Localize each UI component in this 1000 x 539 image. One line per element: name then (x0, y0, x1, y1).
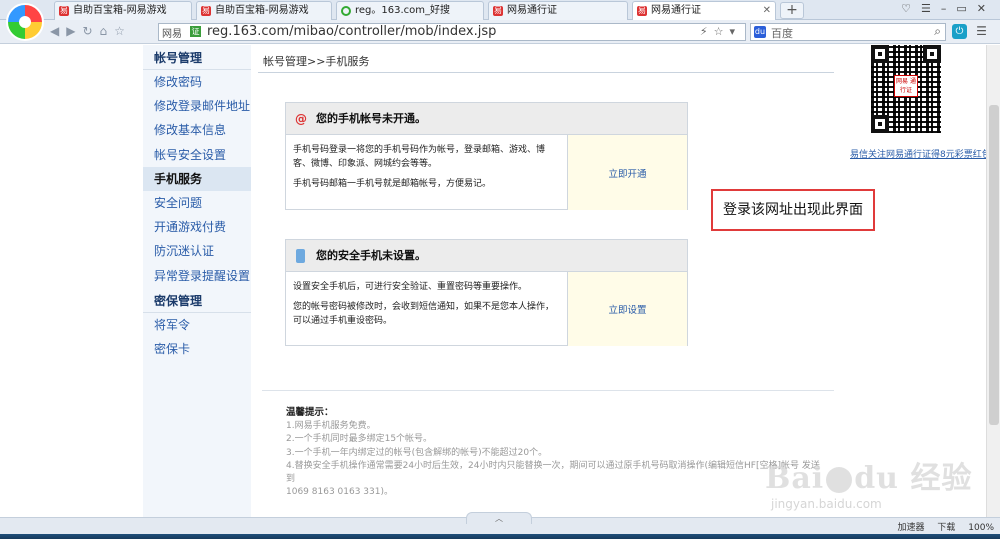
new-tab-button[interactable]: + (780, 2, 804, 19)
certificate-icon[interactable]: 证 (190, 26, 201, 37)
description-text: 您的帐号密码被修改时，会收到短信通知，如果不是您本人操作，可以通过手机重设密码。 (293, 302, 555, 326)
tip-item: 3.一个手机一年内绑定过的帐号(包含解绑的帐号)不能超过20个。 (286, 447, 548, 458)
url-text[interactable]: reg.163.com/mibao/controller/mob/index.j… (207, 24, 496, 40)
netease-favicon-icon: 易 (201, 6, 211, 16)
qr-corner (871, 45, 889, 63)
browser-logo-icon[interactable] (6, 3, 44, 41)
scrollbar-thumb[interactable] (989, 105, 999, 425)
sidebar-item-mobile-service[interactable]: 手机服务 (143, 166, 251, 191)
box-action-area: 立即设置 (568, 272, 687, 346)
navigation-icons[interactable]: ◀▶↻⌂☆ (50, 24, 132, 38)
address-bar: ◀▶↻⌂☆ 网易 证 reg.163.com/mibao/controller/… (0, 20, 1000, 44)
sidebar-item-security-question[interactable]: 安全问题 (143, 191, 251, 215)
box-body: 手机号码登录一将您的手机号码作为帐号，登录邮箱、游戏、博客、微博、印象派、网城约… (286, 135, 687, 210)
sidebar-item-security-settings[interactable]: 帐号安全设置 (143, 143, 251, 167)
haosou-favicon-icon (341, 6, 351, 16)
vertical-scrollbar[interactable] (986, 45, 1000, 517)
sidebar-section-account: 帐号管理 (143, 45, 251, 70)
sidebar-item-game-payment[interactable]: 开通游戏付费 (143, 215, 251, 239)
description-text: 设置安全手机后，可进行安全验证、重置密码等重要操作。 (293, 282, 528, 292)
tab-5-active[interactable]: 易 网易通行证 ✕ (632, 1, 776, 20)
close-tab-icon[interactable]: ✕ (763, 2, 771, 20)
box-body: 设置安全手机后，可进行安全验证、重置密码等重要操作。 您的帐号密码被修改时，会收… (286, 272, 687, 346)
watermark-logo: Bai du 经验 (765, 461, 973, 496)
qr-corner (923, 45, 941, 63)
os-taskbar (0, 534, 1000, 539)
accelerator-button[interactable]: 加速器 (897, 523, 924, 533)
zoom-level[interactable]: 100% (968, 523, 994, 533)
description-text: 手机号码邮箱一手机号就是邮箱帐号，方便易记。 (293, 179, 492, 189)
divider (262, 390, 834, 391)
security-phone-box: 您的安全手机未设置。 设置安全手机后，可进行安全验证、重置密码等重要操作。 您的… (285, 239, 688, 346)
email-at-icon: @ (295, 112, 307, 126)
sidebar-item-basic-info[interactable]: 修改基本信息 (143, 118, 251, 142)
box-action-area: 立即开通 (568, 135, 687, 210)
box-description: 设置安全手机后，可进行安全验证、重置密码等重要操作。 您的帐号密码被修改时，会收… (286, 272, 568, 346)
tips-section: 温馨提示： 1.网易手机服务免费。 2.一个手机同时最多绑定15个帐号。 3.一… (286, 406, 826, 499)
box-title: 您的手机帐号未开通。 (316, 112, 426, 125)
tip-item: 1069 8163 0163 331)。 (286, 487, 393, 498)
annotation-callout: 登录该网址出现此界面 (711, 189, 875, 231)
sidebar-section-security: 密保管理 (143, 288, 251, 313)
netease-favicon-icon: 易 (493, 6, 503, 16)
sidebar: 帐号管理 修改密码 修改登录邮件地址 修改基本信息 帐号安全设置 手机服务 安全… (143, 45, 251, 517)
sidebar-item-anti-addiction[interactable]: 防沉迷认证 (143, 239, 251, 263)
qr-center-logo: 网易 通行证 (894, 75, 918, 97)
tab-label: 自助百宝箱-网易游戏 (73, 5, 167, 16)
tab-label: 自助百宝箱-网易游戏 (215, 5, 309, 16)
tip-item: 1.网易手机服务免费。 (286, 421, 376, 432)
expand-arrow-icon[interactable]: ︿ (466, 512, 532, 524)
tab-bar: 易 自助百宝箱-网易游戏 易 自助百宝箱-网易游戏 reg。163.com_好搜… (0, 0, 1000, 41)
sidebar-item-change-password[interactable]: 修改密码 (143, 70, 251, 94)
tips-title: 温馨提示： (286, 407, 334, 418)
netease-favicon-icon: 易 (637, 6, 647, 16)
tip-item: 2.一个手机同时最多绑定15个帐号。 (286, 434, 433, 445)
sidebar-item-login-alert[interactable]: 异常登录提醒设置 (143, 264, 251, 288)
window-controls[interactable]: ♡☰–▭✕ (901, 2, 996, 15)
power-icon[interactable]: ⏻ (952, 24, 967, 39)
baidu-icon: du (754, 26, 766, 38)
qr-corner (871, 115, 889, 133)
search-icon[interactable]: ⌕ (934, 24, 941, 39)
baidu-jingyan-watermark: Bai du 经验 jingyan.baidu.com (765, 453, 975, 513)
url-field[interactable]: 网易 证 reg.163.com/mibao/controller/mob/in… (158, 23, 746, 41)
breadcrumb: 帐号管理>>手机服务 (263, 55, 370, 68)
sidebar-item-token[interactable]: 将军令 (143, 313, 251, 337)
yixin-follow-link[interactable]: 易信关注网易通行证得8元彩票红包 (850, 147, 991, 160)
watermark-url: jingyan.baidu.com (771, 497, 882, 511)
description-text: 手机号码登录一将您的手机号码作为帐号，登录邮箱、游戏、博客、微博、印象派、网城约… (293, 145, 546, 169)
status-tools: 加速器 下载 100% (887, 520, 994, 533)
netease-favicon-icon: 易 (59, 6, 69, 16)
menu-icon[interactable]: ☰ (974, 24, 989, 39)
divider (258, 72, 834, 73)
activate-now-link[interactable]: 立即开通 (608, 166, 646, 180)
url-tools-icons[interactable]: ⚡☆▾ (700, 25, 741, 38)
box-description: 手机号码登录一将您的手机号码作为帐号，登录邮箱、游戏、博客、微博、印象派、网城约… (286, 135, 568, 210)
set-now-link[interactable]: 立即设置 (608, 302, 646, 316)
tab-label: reg。163.com_好搜 (355, 5, 451, 16)
tab-1[interactable]: 易 自助百宝箱-网易游戏 (54, 1, 192, 20)
mobile-account-box: @ 您的手机帐号未开通。 手机号码登录一将您的手机号码作为帐号，登录邮箱、游戏、… (285, 102, 688, 210)
qr-code: 网易 通行证 (871, 45, 941, 133)
tab-label: 网易通行证 (507, 5, 557, 16)
status-bar: ︿ 加速器 下载 100% (0, 512, 1000, 534)
paw-icon (826, 467, 853, 493)
sidebar-item-change-login-email[interactable]: 修改登录邮件地址 (143, 94, 251, 118)
tab-2[interactable]: 易 自助百宝箱-网易游戏 (196, 1, 332, 20)
security-label: 网易 (162, 29, 182, 40)
download-button[interactable]: 下载 (937, 523, 955, 533)
tip-item: 4.替换安全手机操作通常需要24小时后生效，24小时内只能替换一次，期间可以通过… (286, 460, 820, 485)
box-title: 您的安全手机未设置。 (316, 249, 426, 262)
box-header: 您的安全手机未设置。 (286, 240, 687, 272)
phone-icon (296, 249, 305, 263)
search-placeholder[interactable]: 百度 (771, 25, 793, 41)
sidebar-item-security-card[interactable]: 密保卡 (143, 337, 251, 361)
page-content: 帐号管理 修改密码 修改登录邮件地址 修改基本信息 帐号安全设置 手机服务 安全… (0, 45, 1000, 517)
box-header: @ 您的手机帐号未开通。 (286, 103, 687, 135)
tab-3[interactable]: reg。163.com_好搜 (336, 1, 484, 20)
search-box[interactable]: du 百度 ⌕ (750, 23, 946, 41)
tab-label: 网易通行证 (651, 5, 701, 16)
tab-4[interactable]: 易 网易通行证 (488, 1, 628, 20)
